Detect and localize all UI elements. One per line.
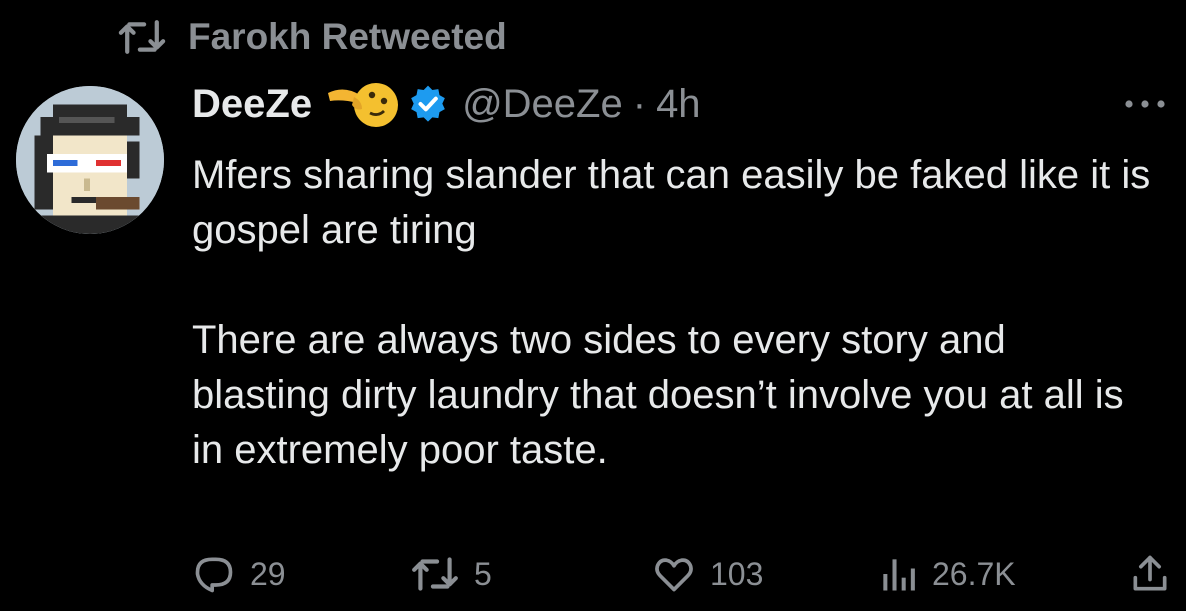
avatar[interactable] (16, 86, 164, 234)
retweet-count: 5 (474, 555, 492, 592)
retweet-button[interactable]: 5 (410, 546, 492, 602)
tweet-paragraph: Mfers sharing slander that can easily be… (192, 153, 1151, 252)
tweet-actions: 29 5 103 26.7K (192, 546, 1172, 602)
header-separator: · (632, 81, 647, 126)
heart-icon (655, 558, 693, 592)
retweet-icon (412, 557, 458, 591)
reply-count: 29 (250, 555, 286, 592)
retweet-icon (118, 20, 166, 54)
author-handle[interactable]: @DeeZe (462, 82, 623, 127)
tweet[interactable]: Farokh Retweeted DeeZe @DeeZe · 4h Mfers… (0, 0, 1186, 611)
tweet-header: DeeZe @DeeZe · 4h (192, 76, 701, 132)
share-icon (1133, 555, 1167, 591)
like-button[interactable]: 103 (652, 546, 763, 602)
tweet-paragraph: There are always two sides to every stor… (192, 318, 1124, 472)
view-count: 26.7K (932, 555, 1016, 592)
views-button[interactable]: 26.7K (878, 546, 1016, 602)
verified-badge-icon (411, 85, 445, 122)
like-count: 103 (710, 555, 764, 592)
share-button[interactable] (1128, 546, 1186, 602)
more-options-icon[interactable] (1120, 92, 1170, 116)
pointing-face-emoji (328, 83, 399, 127)
author-display-name[interactable]: DeeZe (192, 82, 312, 127)
tweet-text: Mfers sharing slander that can easily be… (192, 148, 1152, 478)
retweet-context: Farokh Retweeted (116, 12, 507, 62)
reply-icon (195, 557, 233, 593)
tweet-timestamp[interactable]: 4h (656, 82, 701, 127)
retweet-context-label: Farokh Retweeted (188, 16, 507, 57)
views-chart-icon (883, 559, 915, 591)
reply-button[interactable]: 29 (192, 546, 286, 602)
